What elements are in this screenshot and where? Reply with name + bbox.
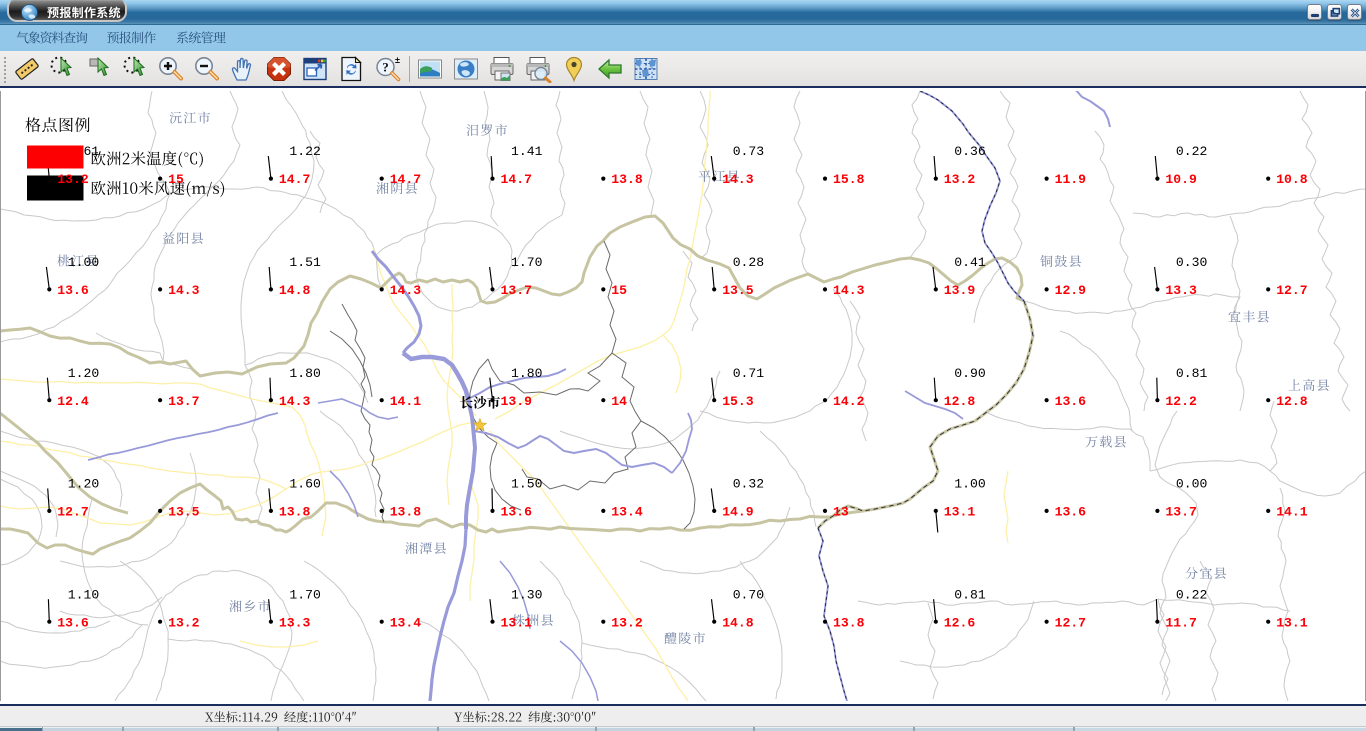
svg-text:13.6: 13.6 xyxy=(501,504,533,519)
svg-text:14.8: 14.8 xyxy=(279,283,311,298)
svg-text:14: 14 xyxy=(611,393,627,408)
svg-text:13.7: 13.7 xyxy=(1165,504,1196,519)
svg-text:11.9: 11.9 xyxy=(1055,172,1087,187)
svg-text:13.8: 13.8 xyxy=(390,504,422,519)
svg-text:14.3: 14.3 xyxy=(722,172,754,187)
svg-text:14.3: 14.3 xyxy=(390,283,422,298)
svg-text:13.8: 13.8 xyxy=(279,504,311,519)
svg-text:13.6: 13.6 xyxy=(1055,504,1087,519)
svg-text:13.7: 13.7 xyxy=(168,393,199,408)
svg-text:10.8: 10.8 xyxy=(1276,172,1308,187)
svg-text:12.8: 12.8 xyxy=(944,393,976,408)
svg-text:12.2: 12.2 xyxy=(1165,393,1197,408)
svg-text:13.9: 13.9 xyxy=(501,393,533,408)
svg-text:12.7: 12.7 xyxy=(1276,283,1307,298)
svg-text:0.30: 0.30 xyxy=(1176,255,1208,270)
svg-text:1.70: 1.70 xyxy=(289,587,321,602)
svg-text:1.70: 1.70 xyxy=(511,255,543,270)
svg-text:14.1: 14.1 xyxy=(1276,504,1308,519)
svg-text:13.2: 13.2 xyxy=(944,172,976,187)
svg-text:15.8: 15.8 xyxy=(833,172,865,187)
svg-text:13.3: 13.3 xyxy=(1165,283,1197,298)
svg-text:13.3: 13.3 xyxy=(279,615,311,630)
svg-text:14.8: 14.8 xyxy=(722,615,754,630)
svg-text:14.7: 14.7 xyxy=(279,172,310,187)
svg-text:15.3: 15.3 xyxy=(722,393,754,408)
svg-text:1.20: 1.20 xyxy=(68,365,100,380)
svg-text:13.2: 13.2 xyxy=(57,172,89,187)
svg-text:13.7: 13.7 xyxy=(501,283,532,298)
svg-text:1.22: 1.22 xyxy=(289,144,320,159)
svg-text:1.00: 1.00 xyxy=(68,255,100,270)
svg-text:13.1: 13.1 xyxy=(1276,615,1308,630)
svg-text:12.4: 12.4 xyxy=(57,393,89,408)
svg-text:1.80: 1.80 xyxy=(289,365,321,380)
svg-text:13.1: 13.1 xyxy=(501,615,533,630)
svg-text:13.5: 13.5 xyxy=(722,283,754,298)
svg-text:12.7: 12.7 xyxy=(1055,615,1086,630)
svg-text:0.41: 0.41 xyxy=(954,255,986,270)
svg-text:1.51: 1.51 xyxy=(289,255,321,270)
svg-text:13.6: 13.6 xyxy=(57,283,89,298)
svg-text:14.7: 14.7 xyxy=(501,172,532,187)
svg-text:?: ? xyxy=(382,60,389,75)
svg-text:1.60: 1.60 xyxy=(289,476,321,491)
svg-text:13.4: 13.4 xyxy=(390,615,422,630)
svg-text:13.6: 13.6 xyxy=(1055,393,1087,408)
svg-text:12.7: 12.7 xyxy=(57,504,88,519)
svg-text:0.22: 0.22 xyxy=(1176,144,1207,159)
svg-text:0.81: 0.81 xyxy=(1176,365,1208,380)
svg-text:1.00: 1.00 xyxy=(954,476,986,491)
svg-text:12.6: 12.6 xyxy=(944,615,976,630)
svg-text:0.90: 0.90 xyxy=(954,365,986,380)
svg-text:0.73: 0.73 xyxy=(733,144,765,159)
svg-text:0.81: 0.81 xyxy=(954,587,986,602)
svg-text:0.00: 0.00 xyxy=(1176,476,1208,491)
svg-text:1.10: 1.10 xyxy=(68,587,100,602)
svg-text:14.1: 14.1 xyxy=(390,393,422,408)
svg-text:0.22: 0.22 xyxy=(1176,587,1207,602)
svg-text:11.7: 11.7 xyxy=(1165,615,1196,630)
svg-text:14.3: 14.3 xyxy=(279,393,311,408)
svg-text:13.9: 13.9 xyxy=(944,283,976,298)
svg-text:0.70: 0.70 xyxy=(733,587,765,602)
svg-text:1.41: 1.41 xyxy=(511,144,543,159)
svg-text:14.2: 14.2 xyxy=(833,393,865,408)
svg-text:13.8: 13.8 xyxy=(611,172,643,187)
svg-text:13.4: 13.4 xyxy=(611,504,643,519)
svg-text:13.1: 13.1 xyxy=(944,504,976,519)
svg-text:12.9: 12.9 xyxy=(1055,283,1087,298)
svg-text:12.8: 12.8 xyxy=(1276,393,1308,408)
svg-text:14.3: 14.3 xyxy=(168,283,200,298)
svg-text:10.9: 10.9 xyxy=(1165,172,1197,187)
svg-text:0.28: 0.28 xyxy=(733,255,764,270)
svg-text:1.50: 1.50 xyxy=(511,476,543,491)
svg-text:0.71: 0.71 xyxy=(733,365,765,380)
svg-text:13: 13 xyxy=(833,504,849,519)
svg-text:1.30: 1.30 xyxy=(511,587,543,602)
svg-text:15: 15 xyxy=(611,283,627,298)
svg-text:14.3: 14.3 xyxy=(833,283,865,298)
svg-text:13.2: 13.2 xyxy=(611,615,643,630)
svg-text:13.8: 13.8 xyxy=(833,615,865,630)
svg-text:13.5: 13.5 xyxy=(168,504,200,519)
svg-text:15: 15 xyxy=(168,172,184,187)
svg-text:14.7: 14.7 xyxy=(390,172,421,187)
svg-text:±: ± xyxy=(395,55,400,65)
svg-text:13.2: 13.2 xyxy=(168,615,200,630)
svg-text:1.80: 1.80 xyxy=(511,365,543,380)
svg-text:14.9: 14.9 xyxy=(722,504,754,519)
svg-text:13.6: 13.6 xyxy=(57,615,89,630)
svg-text:0.32: 0.32 xyxy=(733,476,764,491)
svg-text:1.20: 1.20 xyxy=(68,476,100,491)
svg-text:0.36: 0.36 xyxy=(954,144,985,159)
